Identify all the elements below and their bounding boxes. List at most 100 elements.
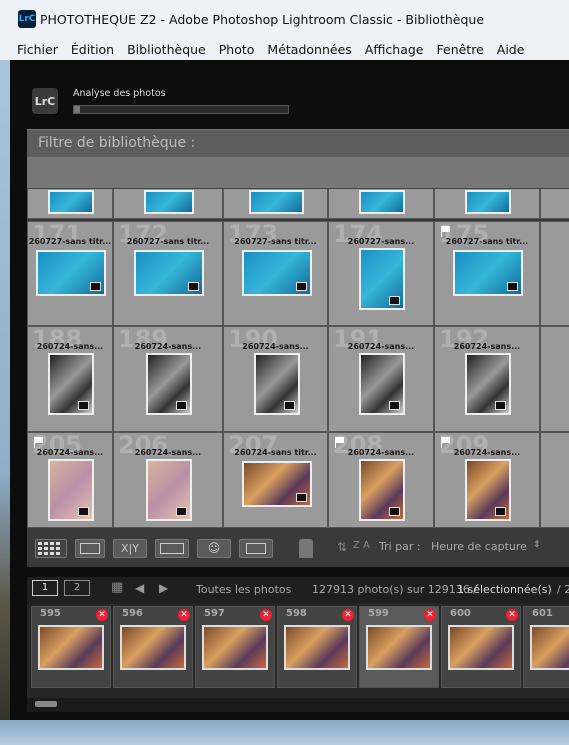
metadata-badge-icon[interactable] <box>78 507 89 516</box>
flag-icon[interactable] <box>34 437 43 448</box>
photo-thumbnail[interactable] <box>48 459 94 521</box>
grid-cell-partial[interactable] <box>27 189 113 219</box>
metadata-badge-icon[interactable] <box>78 401 89 410</box>
photo-thumbnail[interactable] <box>359 248 405 310</box>
grid-cell-partial[interactable] <box>540 221 569 326</box>
filmstrip-item[interactable]: 596 ✕ <box>113 606 193 688</box>
rejected-flag-icon[interactable]: ✕ <box>342 609 354 621</box>
source-label[interactable]: Toutes les photos <box>196 583 291 596</box>
grid-cell-partial[interactable] <box>540 432 569 527</box>
photo-thumbnail[interactable] <box>242 461 312 507</box>
rejected-flag-icon[interactable]: ✕ <box>178 609 190 621</box>
sort-chevron-icon[interactable]: ⇕ <box>533 540 541 550</box>
menu-edition[interactable]: Édition <box>71 42 114 57</box>
grid-cell-partial[interactable] <box>540 189 569 219</box>
grid-cell[interactable]: 171 260727-sans titr... <box>27 221 113 326</box>
menu-metadonnees[interactable]: Métadonnées <box>267 42 351 57</box>
painter-spray-icon[interactable] <box>299 539 313 558</box>
photo-thumbnail[interactable] <box>359 459 405 521</box>
slideshow-button[interactable] <box>239 539 273 558</box>
library-filter-bar[interactable]: Filtre de bibliothèque : <box>27 129 569 157</box>
metadata-badge-icon[interactable] <box>90 282 101 291</box>
rejected-flag-icon[interactable]: ✕ <box>96 609 108 621</box>
back-arrow-icon[interactable]: ◀ <box>135 581 144 595</box>
metadata-badge-icon[interactable] <box>176 401 187 410</box>
grid-cell-partial[interactable] <box>328 189 434 219</box>
sort-az-icon[interactable]: Z A <box>353 540 370 551</box>
grid-cell[interactable]: 174 260727-sans... <box>328 221 434 326</box>
photo-thumbnail[interactable] <box>249 190 304 214</box>
sort-select[interactable]: Heure de capture <box>431 540 527 553</box>
menu-fichier[interactable]: Fichier <box>17 42 58 57</box>
photo-thumbnail[interactable] <box>48 353 94 415</box>
filmstrip-item[interactable]: 595 ✕ <box>31 606 111 688</box>
menu-affichage[interactable]: Affichage <box>365 42 424 57</box>
photo-thumbnail[interactable] <box>144 190 194 214</box>
grid-cell[interactable]: 173 260727-sans titr... <box>223 221 328 326</box>
rejected-flag-icon[interactable]: ✕ <box>260 609 272 621</box>
flag-icon[interactable] <box>441 226 450 237</box>
menu-fenetre[interactable]: Fenêtre <box>437 42 484 57</box>
window-titlebar[interactable]: LrC PHOTOTHEQUE Z2 - Adobe Photoshop Lig… <box>0 0 569 38</box>
photo-thumbnail[interactable] <box>359 353 405 415</box>
filmstrip-scrollbar[interactable] <box>27 698 569 712</box>
photo-thumbnail[interactable] <box>465 190 511 214</box>
photo-thumbnail[interactable] <box>146 459 192 521</box>
grid-icon[interactable]: ▦ <box>111 580 123 595</box>
grid-cell[interactable]: 192 260724-sans... <box>434 326 540 432</box>
grid-cell[interactable]: 188 260724-sans... <box>27 326 113 432</box>
filmstrip-thumbnail[interactable] <box>530 625 569 670</box>
photo-thumbnail[interactable] <box>48 190 94 214</box>
metadata-badge-icon[interactable] <box>296 282 307 291</box>
photo-thumbnail[interactable] <box>36 250 106 296</box>
metadata-badge-icon[interactable] <box>284 401 295 410</box>
compare-view-button[interactable]: X|Y <box>113 539 147 558</box>
photo-thumbnail[interactable] <box>242 250 312 296</box>
grid-cell[interactable]: 209 260724-sans... <box>434 432 540 527</box>
rejected-flag-icon[interactable]: ✕ <box>506 609 518 621</box>
grid-cell-partial[interactable] <box>113 189 223 219</box>
rejected-flag-icon[interactable]: ✕ <box>424 609 436 621</box>
metadata-badge-icon[interactable] <box>389 401 400 410</box>
metadata-badge-icon[interactable] <box>188 282 199 291</box>
metadata-badge-icon[interactable] <box>389 507 400 516</box>
menu-photo[interactable]: Photo <box>219 42 255 57</box>
menu-aide[interactable]: Aide <box>497 42 525 57</box>
grid-cell[interactable]: 207 260724-sans titr... <box>223 432 328 527</box>
filmstrip-item[interactable]: 597 ✕ <box>195 606 275 688</box>
grid-cell-partial[interactable] <box>434 189 540 219</box>
grid-cell-partial[interactable] <box>540 326 569 432</box>
sort-direction-icon[interactable]: ⇅ <box>337 540 347 554</box>
secondary-window-2-button[interactable]: 2 <box>64 580 90 596</box>
grid-view-button[interactable] <box>35 539 67 558</box>
forward-arrow-icon[interactable]: ▶ <box>159 581 168 595</box>
filmstrip-thumbnail[interactable] <box>38 625 104 670</box>
filmstrip-item[interactable]: 599 ✕ <box>359 606 439 688</box>
metadata-badge-icon[interactable] <box>507 282 518 291</box>
photo-thumbnail[interactable] <box>465 459 511 521</box>
grid-cell[interactable]: 189 260724-sans... <box>113 326 223 432</box>
metadata-badge-icon[interactable] <box>389 296 400 305</box>
grid-cell[interactable]: 175 260727-sans titr... <box>434 221 540 326</box>
photo-thumbnail[interactable] <box>134 250 204 296</box>
filmstrip-item[interactable]: 601 <box>523 606 569 688</box>
filmstrip-thumbnail[interactable] <box>120 625 186 670</box>
metadata-badge-icon[interactable] <box>176 507 187 516</box>
filmstrip-item[interactable]: 598 ✕ <box>277 606 357 688</box>
photo-thumbnail[interactable] <box>359 190 405 214</box>
loupe-view-button[interactable] <box>75 539 105 558</box>
photo-thumbnail[interactable] <box>465 353 511 415</box>
metadata-badge-icon[interactable] <box>296 493 307 502</box>
scrollbar-thumb[interactable] <box>35 701 57 707</box>
photo-thumbnail[interactable] <box>254 353 300 415</box>
grid-cell[interactable]: 208 260724-sans... <box>328 432 434 527</box>
menu-bibliotheque[interactable]: Bibliothèque <box>127 42 206 57</box>
filmstrip-thumbnail[interactable] <box>366 625 432 670</box>
filmstrip-item[interactable]: 600 ✕ <box>441 606 521 688</box>
flag-icon[interactable] <box>335 437 344 448</box>
grid-cell[interactable]: 190 260724-sans... <box>223 326 328 432</box>
grid-cell[interactable]: 206 260724-sans... <box>113 432 223 527</box>
people-view-button[interactable]: ☺ <box>197 539 231 558</box>
metadata-badge-icon[interactable] <box>495 401 506 410</box>
secondary-window-1-button[interactable]: 1 <box>32 580 58 596</box>
